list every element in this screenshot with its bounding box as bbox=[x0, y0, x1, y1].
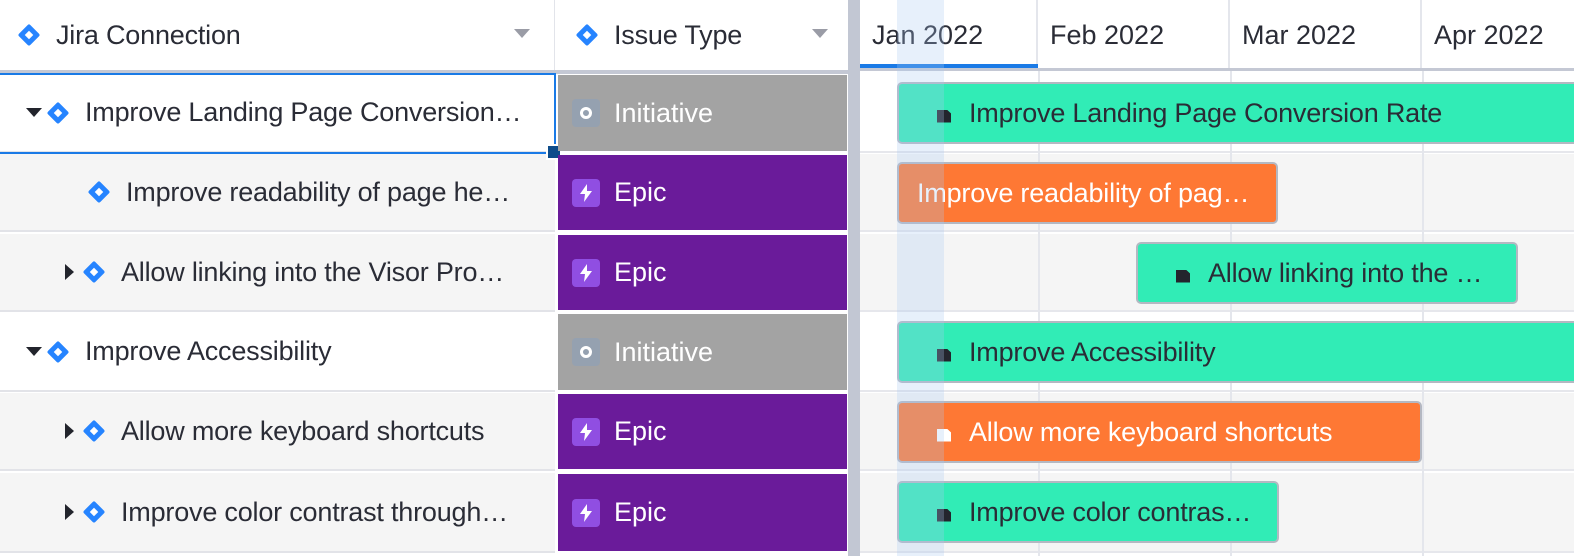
jira-diamond-icon bbox=[18, 24, 40, 46]
caret-down-icon[interactable] bbox=[514, 29, 530, 38]
document-icon bbox=[937, 349, 951, 362]
collapse-toggle-icon[interactable] bbox=[65, 423, 74, 439]
row-title: Allow linking into the Visor Pro… bbox=[121, 256, 505, 287]
timeline-bar[interactable]: Improve Accessibility bbox=[897, 321, 1574, 383]
expand-toggle-icon[interactable] bbox=[26, 108, 42, 117]
month-label: Feb 2022 bbox=[1050, 19, 1165, 50]
month-header-feb[interactable]: Feb 2022 bbox=[1038, 0, 1230, 70]
issue-type-cell[interactable]: Epic bbox=[558, 394, 847, 469]
month-label: Mar 2022 bbox=[1242, 19, 1357, 50]
document-icon bbox=[937, 429, 951, 442]
row-title: Improve color contrast through… bbox=[121, 496, 508, 527]
table-row[interactable]: Improve Landing Page Conversion… bbox=[0, 74, 555, 153]
timeline-bar[interactable]: Improve color contras… bbox=[897, 481, 1279, 543]
row-title: Improve Landing Page Conversion… bbox=[85, 97, 522, 127]
column-header-label: Issue Type bbox=[614, 19, 743, 50]
issue-type-label: Initiative bbox=[614, 97, 714, 128]
jira-diamond-icon bbox=[47, 341, 69, 363]
row-title: Allow more keyboard shortcuts bbox=[121, 415, 485, 446]
bar-label: Allow more keyboard shortcuts bbox=[969, 416, 1333, 447]
initiative-circle-icon bbox=[572, 99, 600, 127]
row-title: Improve readability of page he… bbox=[126, 176, 511, 207]
timeline-bar[interactable]: Allow more keyboard shortcuts bbox=[897, 401, 1422, 463]
jira-diamond-icon bbox=[47, 102, 69, 124]
collapse-toggle-icon[interactable] bbox=[65, 264, 74, 280]
month-header-jan[interactable]: Jan 2022 bbox=[860, 0, 1038, 70]
issue-type-cell[interactable]: Initiative bbox=[558, 75, 847, 151]
timeline-header: Jan 2022 Feb 2022 Mar 2022 Apr 2022 bbox=[860, 0, 1574, 70]
caret-down-icon[interactable] bbox=[812, 29, 828, 38]
timeline-bar[interactable]: Improve readability of pag… bbox=[897, 162, 1278, 224]
table-row[interactable]: Improve readability of page he… bbox=[0, 154, 555, 232]
issue-type-cell[interactable]: Initiative bbox=[558, 314, 847, 390]
column-header-label: Jira Connection bbox=[56, 19, 241, 50]
bar-label: Improve readability of pag… bbox=[917, 177, 1250, 208]
lightning-bolt-icon bbox=[572, 498, 600, 527]
document-icon bbox=[1176, 270, 1190, 283]
table-row[interactable]: Allow more keyboard shortcuts bbox=[0, 393, 555, 471]
pane-splitter[interactable] bbox=[848, 0, 860, 556]
bar-label: Improve color contras… bbox=[969, 496, 1252, 527]
collapse-toggle-icon[interactable] bbox=[65, 504, 74, 520]
lightning-bolt-icon bbox=[572, 258, 600, 287]
month-header-mar[interactable]: Mar 2022 bbox=[1230, 0, 1422, 70]
expand-toggle-icon[interactable] bbox=[26, 347, 42, 356]
timeline-bar[interactable]: Allow linking into the … bbox=[1136, 242, 1518, 304]
issue-type-cell[interactable]: Epic bbox=[558, 474, 847, 551]
issue-type-cell[interactable]: Epic bbox=[558, 155, 847, 230]
jira-diamond-icon bbox=[83, 261, 105, 283]
bar-label: Allow linking into the … bbox=[1208, 257, 1483, 288]
document-icon bbox=[937, 509, 951, 522]
month-label: Jan 2022 bbox=[872, 19, 984, 50]
table-row[interactable]: Improve color contrast through… bbox=[0, 473, 555, 553]
issue-type-label: Epic bbox=[614, 257, 667, 287]
issue-type-label: Epic bbox=[614, 497, 667, 527]
jira-diamond-icon bbox=[88, 181, 110, 203]
lightning-bolt-icon bbox=[572, 178, 600, 207]
month-label: Apr 2022 bbox=[1434, 19, 1544, 50]
column-header-jira-connection[interactable]: Jira Connection bbox=[0, 0, 555, 70]
bar-label: Improve Accessibility bbox=[969, 336, 1216, 367]
initiative-circle-icon bbox=[572, 338, 600, 366]
timeline-bar[interactable]: Improve Landing Page Conversion Rate bbox=[897, 82, 1574, 144]
row-title: Improve Accessibility bbox=[85, 336, 332, 366]
active-month-indicator bbox=[860, 64, 1038, 68]
document-icon bbox=[937, 110, 951, 123]
issue-type-label: Epic bbox=[614, 177, 667, 207]
issue-type-label: Epic bbox=[614, 416, 667, 446]
month-header-apr[interactable]: Apr 2022 bbox=[1422, 0, 1574, 70]
table-row[interactable]: Improve Accessibility bbox=[0, 313, 555, 392]
jira-diamond-icon bbox=[83, 501, 105, 523]
lightning-bolt-icon bbox=[572, 417, 600, 446]
issue-type-cell[interactable]: Epic bbox=[558, 235, 847, 310]
issue-type-label: Initiative bbox=[614, 336, 714, 367]
column-header-issue-type[interactable]: Issue Type bbox=[556, 0, 848, 70]
table-row[interactable]: Allow linking into the Visor Pro… bbox=[0, 234, 555, 312]
timeline-body: Improve Landing Page Conversion Rate Impr… bbox=[860, 0, 1574, 556]
bar-label: Improve Landing Page Conversion Rate bbox=[969, 97, 1443, 128]
jira-diamond-icon bbox=[83, 420, 105, 442]
jira-diamond-icon bbox=[576, 24, 598, 46]
